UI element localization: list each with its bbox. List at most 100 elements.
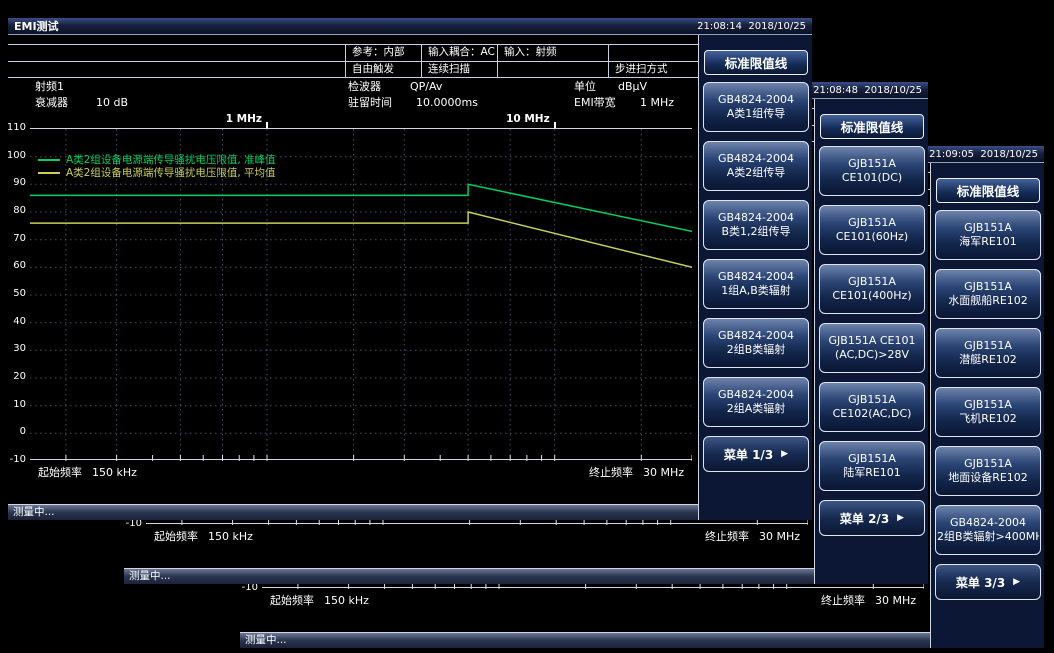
softkey-label: GJB151A [848, 216, 896, 230]
emi-bandwidth-label: EMI带宽 [574, 96, 616, 110]
softkey-label: GB4824-2004 [718, 329, 794, 343]
menu-page-label: 菜单 1/3 [724, 446, 773, 463]
softkey-label: GB4824-2004 [718, 270, 794, 284]
status-bar: 测量中... [8, 504, 698, 520]
y-tick-label: 20 [6, 371, 26, 383]
softkey-label: 1组A,B类辐射 [721, 284, 791, 298]
softkey-label: B类1,2组传导 [721, 225, 790, 239]
softkey-button[interactable]: GJB151ACE102(AC,DC) [819, 382, 925, 432]
menu-page-button[interactable]: 菜单 1/3 ▶ [703, 436, 809, 472]
softkey-label: GJB151A [848, 275, 896, 289]
desktop-stage: EMI测试 21:08:14 2018/10/25 参考：内部 输入耦合：AC … [0, 0, 1054, 653]
softkey-button[interactable]: GJB151A潜艇RE102 [935, 328, 1041, 378]
softkey-button[interactable]: GJB151A CE101(AC,DC)>28V [819, 323, 925, 373]
frequency-row: 起始频率150 kHz 终止频率30 MHz [240, 592, 930, 606]
x-axis-top-marks: 1 MHz10 MHz [30, 112, 692, 128]
rf-channel-label: 射频1 [35, 80, 64, 94]
stop-frequency: 终止频率 30 MHz [705, 528, 800, 544]
softkey-label: GJB151A [964, 398, 1012, 412]
softkey-label: GJB151A [964, 221, 1012, 235]
menu-page-label: 菜单 2/3 [840, 510, 889, 527]
sidebar-title-button[interactable]: 标准限值线 [820, 114, 924, 139]
softkey-label: GJB151A [848, 393, 896, 407]
softkey-label: 陆军RE101 [843, 466, 901, 480]
softkey-sidebar: 标准限值线 GJB151A海军RE101GJB151A水面舰船RE102GJB1… [930, 163, 1044, 648]
sidebar-menu: GJB151A海军RE101GJB151A水面舰船RE102GJB151A潜艇R… [935, 210, 1041, 564]
x-top-tick-label: 1 MHz [226, 113, 267, 125]
softkey-button[interactable]: GJB151ACE101(DC) [819, 146, 925, 196]
unit-label: 单位 [574, 80, 596, 94]
softkey-button[interactable]: GB4824-2004B类1,2组传导 [703, 200, 809, 250]
softkey-label: CE101(60Hz) [836, 230, 908, 244]
start-frequency: 起始频率150 kHz [270, 592, 369, 608]
sidebar-title-button[interactable]: 标准限值线 [704, 50, 808, 75]
status-bar: 测量中... [240, 632, 930, 648]
detector-value: QP/Av [410, 80, 442, 94]
y-tick-label: 30 [6, 343, 26, 355]
softkey-button[interactable]: GJB151A飞机RE102 [935, 387, 1041, 437]
detector-label: 检波器 [348, 80, 381, 94]
config-reference: 参考：内部 [345, 45, 421, 61]
softkey-label: CE102(AC,DC) [833, 407, 912, 421]
softkey-button[interactable]: GB4824-2004A类1组传导 [703, 82, 809, 132]
menu-page-button[interactable]: 菜单 3/3 ▶ [935, 564, 1041, 600]
softkey-label: GJB151A [848, 452, 896, 466]
softkey-button[interactable]: GJB151A水面舰船RE102 [935, 269, 1041, 319]
softkey-button[interactable]: GB4824-20042组B类辐射 [703, 318, 809, 368]
stop-frequency-value: 30 MHz [643, 466, 684, 479]
softkey-label: 潜艇RE102 [959, 353, 1017, 367]
softkey-label: CE101(400Hz) [832, 289, 911, 303]
chart-legend: A类2组设备电源端传导骚扰电压限值, 准峰值A类2组设备电源端传导骚扰电压限值,… [38, 153, 276, 179]
clock-datetime: 21:08:14 2018/10/25 [697, 21, 806, 32]
config-cell-empty [497, 62, 608, 78]
y-axis-labels: 1101009080706050403020100-10 [8, 128, 28, 460]
softkey-button[interactable]: GJB151A海军RE101 [935, 210, 1041, 260]
config-input-source: 输入：射频 [497, 45, 608, 61]
softkey-button[interactable]: GB4824-20042组A类辐射 [703, 377, 809, 427]
softkey-label: 2组B类辐射 [727, 343, 786, 357]
softkey-button[interactable]: GJB151ACE101(60Hz) [819, 205, 925, 255]
y-tick-label: 90 [6, 177, 26, 189]
softkey-button[interactable]: GJB151ACE101(400Hz) [819, 264, 925, 314]
start-frequency-label: 起始频率 [38, 466, 82, 479]
softkey-label: GJB151A [964, 339, 1012, 353]
menu-page-button[interactable]: 菜单 2/3 ▶ [819, 500, 925, 536]
y-tick-label: 70 [6, 233, 26, 245]
y-tick-label: 50 [6, 288, 26, 300]
stop-frequency-value: 30 MHz [759, 530, 800, 543]
config-input-coupling: 输入耦合：AC [421, 45, 497, 61]
start-frequency-value: 150 kHz [208, 530, 253, 543]
softkey-label: 2组B类辐射>400MHz [937, 530, 1039, 544]
softkey-label: GJB151A [964, 280, 1012, 294]
window-title: EMI测试 [14, 18, 59, 34]
attenuator-label: 衰减器 [35, 96, 68, 110]
clock-datetime: 21:09:05 2018/10/25 [929, 149, 1038, 160]
softkey-button[interactable]: GB4824-20041组A,B类辐射 [703, 259, 809, 309]
softkey-sidebar: 标准限值线 GJB151ACE101(DC)GJB151ACE101(60Hz)… [814, 99, 928, 584]
softkey-sidebar: 标准限值线 GB4824-2004A类1组传导 GB4824-2004A类2组传导… [698, 35, 812, 520]
y-tick-label: 100 [6, 150, 26, 162]
titlebar: EMI测试 21:08:14 2018/10/25 [8, 18, 812, 35]
unit-value: dBμV [618, 80, 647, 94]
stop-frequency: 终止频率30 MHz [589, 464, 684, 480]
softkey-label: 地面设备RE102 [948, 471, 1028, 485]
softkey-label: GB4824-2004 [718, 152, 794, 166]
sidebar-title-button[interactable]: 标准限值线 [936, 178, 1040, 203]
softkey-button[interactable]: GB4824-2004A类2组传导 [703, 141, 809, 191]
sidebar-menu: GB4824-2004A类1组传导GB4824-2004A类2组传导GB4824… [703, 82, 809, 436]
dwell-time-value: 10.0000ms [416, 96, 478, 110]
config-step-sweep-mode: 步进扫方式 [608, 62, 698, 78]
softkey-label: GB4824-2004 [718, 93, 794, 107]
stop-frequency-label: 终止频率 [705, 530, 749, 543]
legend-entry: A类2组设备电源端传导骚扰电压限值, 平均值 [38, 166, 276, 179]
emi-bandwidth-value: 1 MHz [640, 96, 674, 110]
softkey-label: GB4824-2004 [950, 516, 1026, 530]
softkey-button[interactable]: GJB151A陆军RE101 [819, 441, 925, 491]
stop-frequency-label: 终止频率 [821, 594, 865, 607]
softkey-button[interactable]: GB4824-20042组B类辐射>400MHz [935, 505, 1041, 555]
start-frequency-value: 150 kHz [92, 466, 137, 479]
softkey-label: GJB151A CE101 [829, 334, 916, 348]
attenuator-value: 10 dB [96, 96, 128, 110]
dwell-time-label: 驻留时间 [348, 96, 392, 110]
softkey-button[interactable]: GJB151A地面设备RE102 [935, 446, 1041, 496]
